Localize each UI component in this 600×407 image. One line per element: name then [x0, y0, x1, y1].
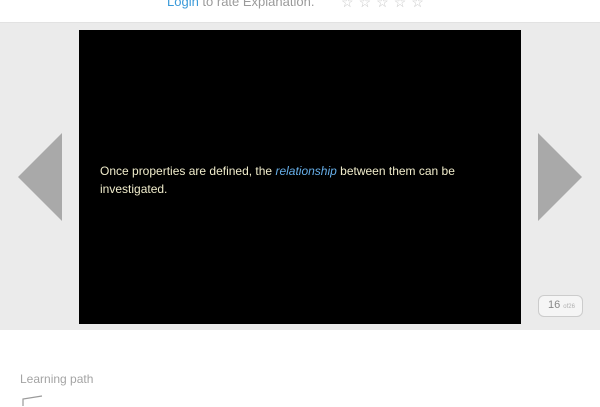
- star-2-icon[interactable]: ☆: [359, 0, 377, 10]
- star-3-icon[interactable]: ☆: [376, 0, 394, 10]
- slide-counter: 16 of26: [538, 295, 583, 317]
- arrow-left-icon[interactable]: [18, 133, 62, 221]
- login-link[interactable]: Login: [167, 0, 199, 9]
- star-4-icon[interactable]: ☆: [394, 0, 412, 10]
- slide-highlight-term[interactable]: relationship: [275, 164, 336, 178]
- star-rating: ☆☆☆☆☆: [341, 0, 429, 11]
- slide-counter-total: of26: [563, 304, 575, 310]
- slideshow-stage: Once properties are defined, the relatio…: [0, 23, 600, 330]
- rating-bar: Login to rate Explanation. ☆☆☆☆☆: [0, 0, 600, 23]
- arrow-right-icon[interactable]: [538, 133, 582, 221]
- rate-prompt-text: to rate Explanation.: [198, 0, 315, 9]
- slide-text-before: Once properties are defined, the: [100, 164, 276, 178]
- slide-text: Once properties are defined, the relatio…: [100, 162, 480, 198]
- path-icon[interactable]: [22, 395, 44, 407]
- rate-prompt: Login to rate Explanation.: [167, 0, 314, 9]
- star-1-icon[interactable]: ☆: [341, 0, 359, 10]
- slide: Once properties are defined, the relatio…: [79, 30, 521, 324]
- star-5-icon[interactable]: ☆: [411, 0, 429, 10]
- learning-path-label: Learning path: [20, 372, 94, 386]
- slide-counter-current: 16: [548, 299, 561, 311]
